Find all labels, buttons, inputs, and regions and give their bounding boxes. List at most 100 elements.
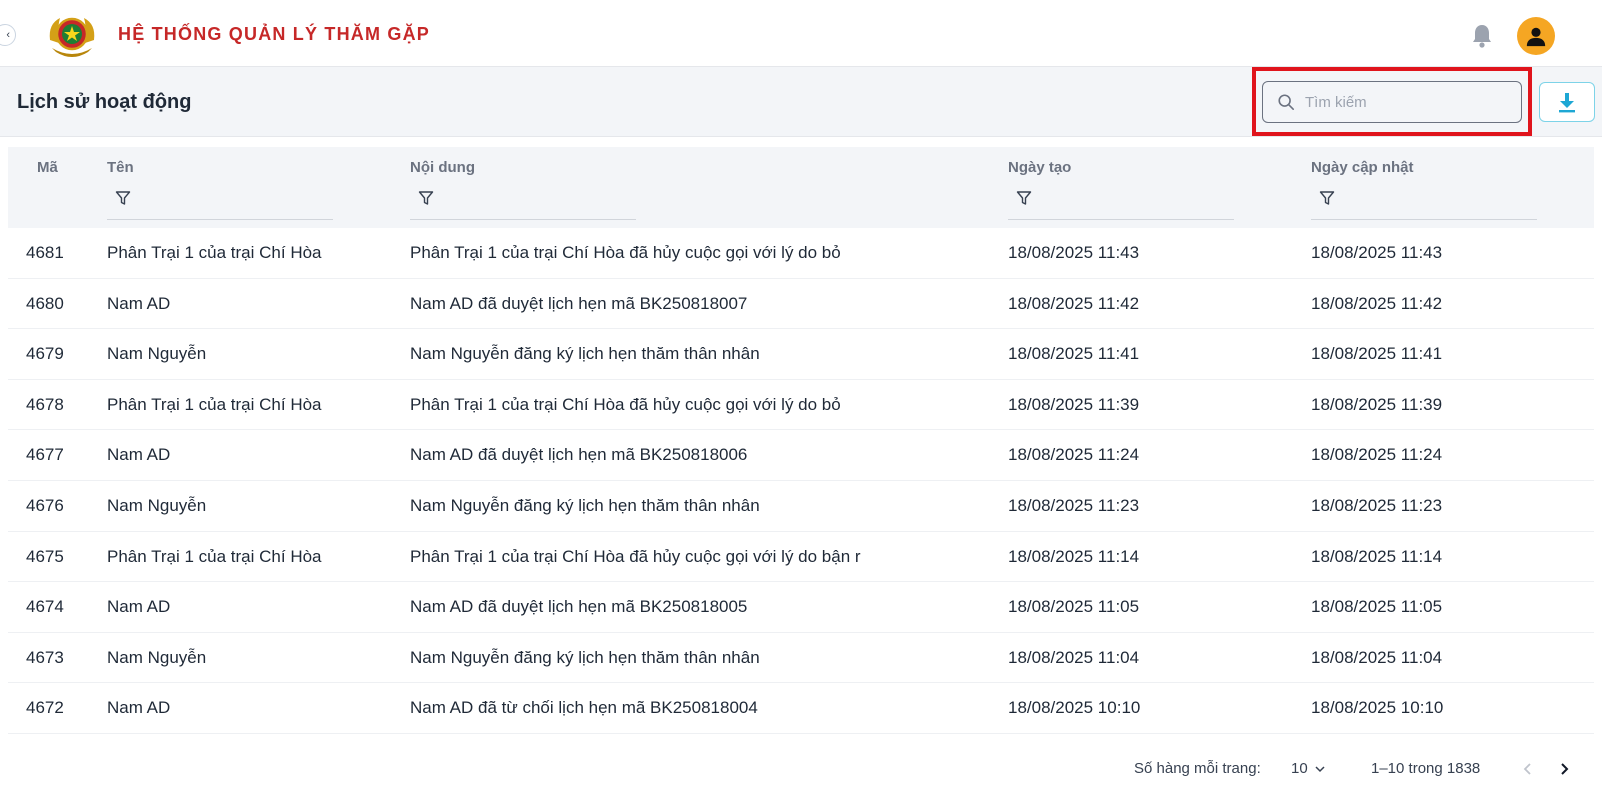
cell-name: Phân Trại 1 của trại Chí Hòa bbox=[107, 243, 322, 262]
cell-content: Nam AD đã duyệt lịch hẹn mã BK250818006 bbox=[410, 445, 748, 465]
user-avatar[interactable] bbox=[1517, 17, 1555, 55]
search-icon bbox=[1278, 94, 1295, 111]
table-row[interactable]: 4675 Phân Trại 1 của trại Chí Hòa Phân T… bbox=[8, 532, 1594, 583]
rows-per-page-value: 10 bbox=[1291, 760, 1308, 777]
search-box[interactable] bbox=[1262, 81, 1522, 123]
cell-id: 4681 bbox=[26, 243, 64, 262]
cell-updated: 18/08/2025 11:04 bbox=[1311, 647, 1443, 667]
chevron-left-icon bbox=[1523, 763, 1531, 775]
column-header-id[interactable]: Mã bbox=[37, 159, 58, 176]
cell-updated: 18/08/2025 11:43 bbox=[1311, 243, 1443, 262]
table-row[interactable]: 4673 Nam Nguyễn Nam Nguyễn đăng ký lịch … bbox=[8, 633, 1594, 684]
cell-id: 4676 bbox=[26, 495, 64, 515]
previous-page-button[interactable] bbox=[1516, 757, 1540, 781]
cell-id: 4674 bbox=[26, 597, 64, 617]
bell-icon[interactable] bbox=[1470, 23, 1494, 49]
cell-created: 18/08/2025 11:24 bbox=[1008, 445, 1140, 465]
cell-updated: 18/08/2025 11:42 bbox=[1311, 293, 1443, 313]
cell-content: Nam Nguyễn đăng ký lịch hẹn thăm thân nh… bbox=[410, 647, 760, 667]
table-row[interactable]: 4672 Nam AD Nam AD đã từ chối lịch hẹn m… bbox=[8, 683, 1594, 734]
cell-content: Phân Trại 1 của trại Chí Hòa đã hủy cuộc… bbox=[410, 546, 861, 566]
cell-created: 18/08/2025 10:10 bbox=[1008, 698, 1141, 718]
sidebar-collapse-toggle[interactable]: ‹ bbox=[0, 24, 16, 46]
filter-icon bbox=[115, 191, 131, 205]
cell-created: 18/08/2025 11:23 bbox=[1008, 495, 1140, 515]
cell-updated: 18/08/2025 11:05 bbox=[1311, 597, 1443, 617]
cell-id: 4675 bbox=[26, 546, 64, 566]
cell-name: Nam AD bbox=[107, 698, 171, 718]
cell-content: Nam Nguyễn đăng ký lịch hẹn thăm thân nh… bbox=[410, 344, 760, 364]
cell-name: Nam Nguyễn bbox=[107, 495, 207, 515]
cell-created: 18/08/2025 11:41 bbox=[1008, 344, 1140, 364]
cell-content: Nam AD đã duyệt lịch hẹn mã BK250818005 bbox=[410, 597, 748, 617]
table-header: Mã Tên Nội dung Ngày tạo Ngày cập nhật bbox=[8, 147, 1594, 228]
cell-id: 4680 bbox=[26, 293, 64, 313]
cell-created: 18/08/2025 11:14 bbox=[1008, 546, 1140, 566]
table-row[interactable]: 4676 Nam Nguyễn Nam Nguyễn đăng ký lịch … bbox=[8, 481, 1594, 532]
created-filter[interactable] bbox=[1008, 190, 1234, 220]
rows-per-page-select[interactable]: 10 bbox=[1291, 760, 1326, 777]
cell-created: 18/08/2025 11:05 bbox=[1008, 597, 1140, 617]
cell-created: 18/08/2025 11:04 bbox=[1008, 647, 1140, 667]
updated-filter[interactable] bbox=[1311, 190, 1537, 220]
table-body: 4681 Phân Trại 1 của trại Chí Hòa Phân T… bbox=[8, 228, 1594, 734]
page-header: Lịch sử hoạt động bbox=[0, 67, 1602, 137]
page-title: Lịch sử hoạt động bbox=[17, 91, 192, 113]
cell-id: 4673 bbox=[26, 647, 64, 667]
cell-id: 4672 bbox=[26, 698, 64, 718]
cell-name: Nam AD bbox=[107, 445, 171, 465]
cell-updated: 18/08/2025 11:41 bbox=[1311, 344, 1443, 364]
cell-updated: 18/08/2025 11:23 bbox=[1311, 495, 1443, 515]
next-page-button[interactable] bbox=[1552, 757, 1576, 781]
content-filter[interactable] bbox=[410, 190, 636, 220]
column-header-updated[interactable]: Ngày cập nhật bbox=[1311, 159, 1414, 176]
chevron-right-icon bbox=[1561, 763, 1569, 775]
search-input[interactable] bbox=[1305, 93, 1505, 111]
cell-name: Phân Trại 1 của trại Chí Hòa bbox=[107, 394, 322, 414]
cell-id: 4679 bbox=[26, 344, 64, 364]
cell-content: Nam Nguyễn đăng ký lịch hẹn thăm thân nh… bbox=[410, 495, 760, 515]
app-bar: ‹ HỆ THỐNG QUẢN LÝ THĂM GẶP bbox=[0, 0, 1602, 67]
cell-id: 4677 bbox=[26, 445, 64, 465]
cell-content: Nam AD đã duyệt lịch hẹn mã BK250818007 bbox=[410, 293, 748, 313]
column-header-content[interactable]: Nội dung bbox=[410, 159, 475, 176]
pagination: Số hàng mỗi trang: 10 1–10 trong 1838 bbox=[0, 755, 1602, 785]
name-filter[interactable] bbox=[107, 190, 333, 220]
cell-name: Nam Nguyễn bbox=[107, 344, 207, 364]
table-row[interactable]: 4679 Nam Nguyễn Nam Nguyễn đăng ký lịch … bbox=[8, 329, 1594, 380]
filter-icon bbox=[1016, 191, 1032, 205]
cell-created: 18/08/2025 11:42 bbox=[1008, 293, 1140, 313]
cell-updated: 18/08/2025 11:14 bbox=[1311, 546, 1443, 566]
cell-name: Nam AD bbox=[107, 293, 171, 313]
cell-name: Nam Nguyễn bbox=[107, 647, 207, 667]
chevron-down-icon bbox=[1315, 765, 1325, 772]
app-title: HỆ THỐNG QUẢN LÝ THĂM GẶP bbox=[118, 24, 430, 44]
cell-updated: 18/08/2025 11:24 bbox=[1311, 445, 1443, 465]
table-row[interactable]: 4678 Phân Trại 1 của trại Chí Hòa Phân T… bbox=[8, 380, 1594, 431]
table-row[interactable]: 4674 Nam AD Nam AD đã duyệt lịch hẹn mã … bbox=[8, 582, 1594, 633]
table-row[interactable]: 4677 Nam AD Nam AD đã duyệt lịch hẹn mã … bbox=[8, 430, 1594, 481]
cell-created: 18/08/2025 11:39 bbox=[1008, 394, 1140, 414]
user-avatar-icon bbox=[1526, 27, 1546, 47]
cell-content: Phân Trại 1 của trại Chí Hòa đã hủy cuộc… bbox=[410, 394, 841, 414]
download-button[interactable] bbox=[1539, 82, 1595, 122]
column-header-name[interactable]: Tên bbox=[107, 159, 134, 176]
cell-name: Phân Trại 1 của trại Chí Hòa bbox=[107, 546, 322, 566]
cell-id: 4678 bbox=[26, 394, 64, 414]
cell-updated: 18/08/2025 10:10 bbox=[1311, 698, 1444, 718]
download-icon bbox=[1559, 93, 1575, 113]
filter-icon bbox=[1319, 191, 1335, 205]
filter-icon bbox=[418, 191, 434, 205]
column-header-created[interactable]: Ngày tạo bbox=[1008, 159, 1071, 176]
table-row[interactable]: 4680 Nam AD Nam AD đã duyệt lịch hẹn mã … bbox=[8, 279, 1594, 330]
rows-per-page-label: Số hàng mỗi trang: bbox=[1134, 760, 1261, 777]
cell-updated: 18/08/2025 11:39 bbox=[1311, 394, 1443, 414]
cell-content: Phân Trại 1 của trại Chí Hòa đã hủy cuộc… bbox=[410, 243, 841, 262]
cell-name: Nam AD bbox=[107, 597, 171, 617]
cell-created: 18/08/2025 11:43 bbox=[1008, 243, 1140, 262]
cell-content: Nam AD đã từ chối lịch hẹn mã BK25081800… bbox=[410, 698, 758, 718]
police-emblem-icon bbox=[49, 17, 95, 57]
table-row[interactable]: 4681 Phân Trại 1 của trại Chí Hòa Phân T… bbox=[8, 228, 1594, 279]
activity-history-table: Mã Tên Nội dung Ngày tạo Ngày cập nhật 4… bbox=[8, 147, 1594, 734]
pagination-range: 1–10 trong 1838 bbox=[1371, 760, 1481, 777]
